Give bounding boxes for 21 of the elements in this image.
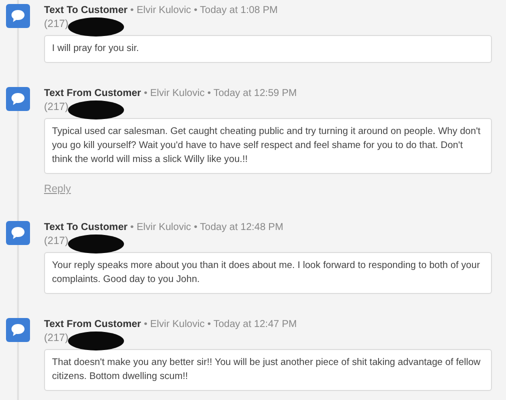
chat-bubble-icon xyxy=(6,87,30,111)
message-header: Text To Customer • Elvir Kulovic • Today at 1:08 PM xyxy=(44,4,279,17)
message-header: Text From Customer • Elvir Kulovic • Today at 12:59 PM xyxy=(44,87,298,100)
redaction-mark xyxy=(66,100,125,120)
message-text: I will pray for you sir. xyxy=(44,35,492,63)
redaction-mark xyxy=(66,16,125,36)
chat-bubble-icon xyxy=(6,4,30,28)
redaction-mark xyxy=(66,234,125,254)
chat-bubble-icon xyxy=(6,318,30,342)
message-text: Your reply speaks more about you than it does about me. I look forward to responding to both of your complaints. Good day to you John. xyxy=(44,252,492,294)
phone-number: (217) xyxy=(44,234,69,246)
chat-bubble-icon xyxy=(6,221,30,245)
redaction-mark xyxy=(66,330,125,350)
message-text: That doesn't make you any better sir!! You will be just another piece of shit taking advantage of fellow citizens. Bottom dwelling scum!! xyxy=(44,349,492,391)
phone-number: (217) xyxy=(44,18,69,30)
message-header: Text From Customer • Elvir Kulovic • Today at 12:47 PM xyxy=(44,318,298,331)
reply-link[interactable]: Reply xyxy=(44,183,71,195)
message-text: Typical used car salesman. Get caught cheating public and try turning it around on people. Why don't you go kill yourself? Wait you'd have to have self respect and feel shame for you to do that. Don't think the world will miss a slick Willy like you.!! xyxy=(44,118,492,174)
phone-number: (217) xyxy=(44,100,69,112)
message-header: Text To Customer • Elvir Kulovic • Today at 12:48 PM xyxy=(44,221,284,234)
phone-number: (217) xyxy=(44,332,69,344)
